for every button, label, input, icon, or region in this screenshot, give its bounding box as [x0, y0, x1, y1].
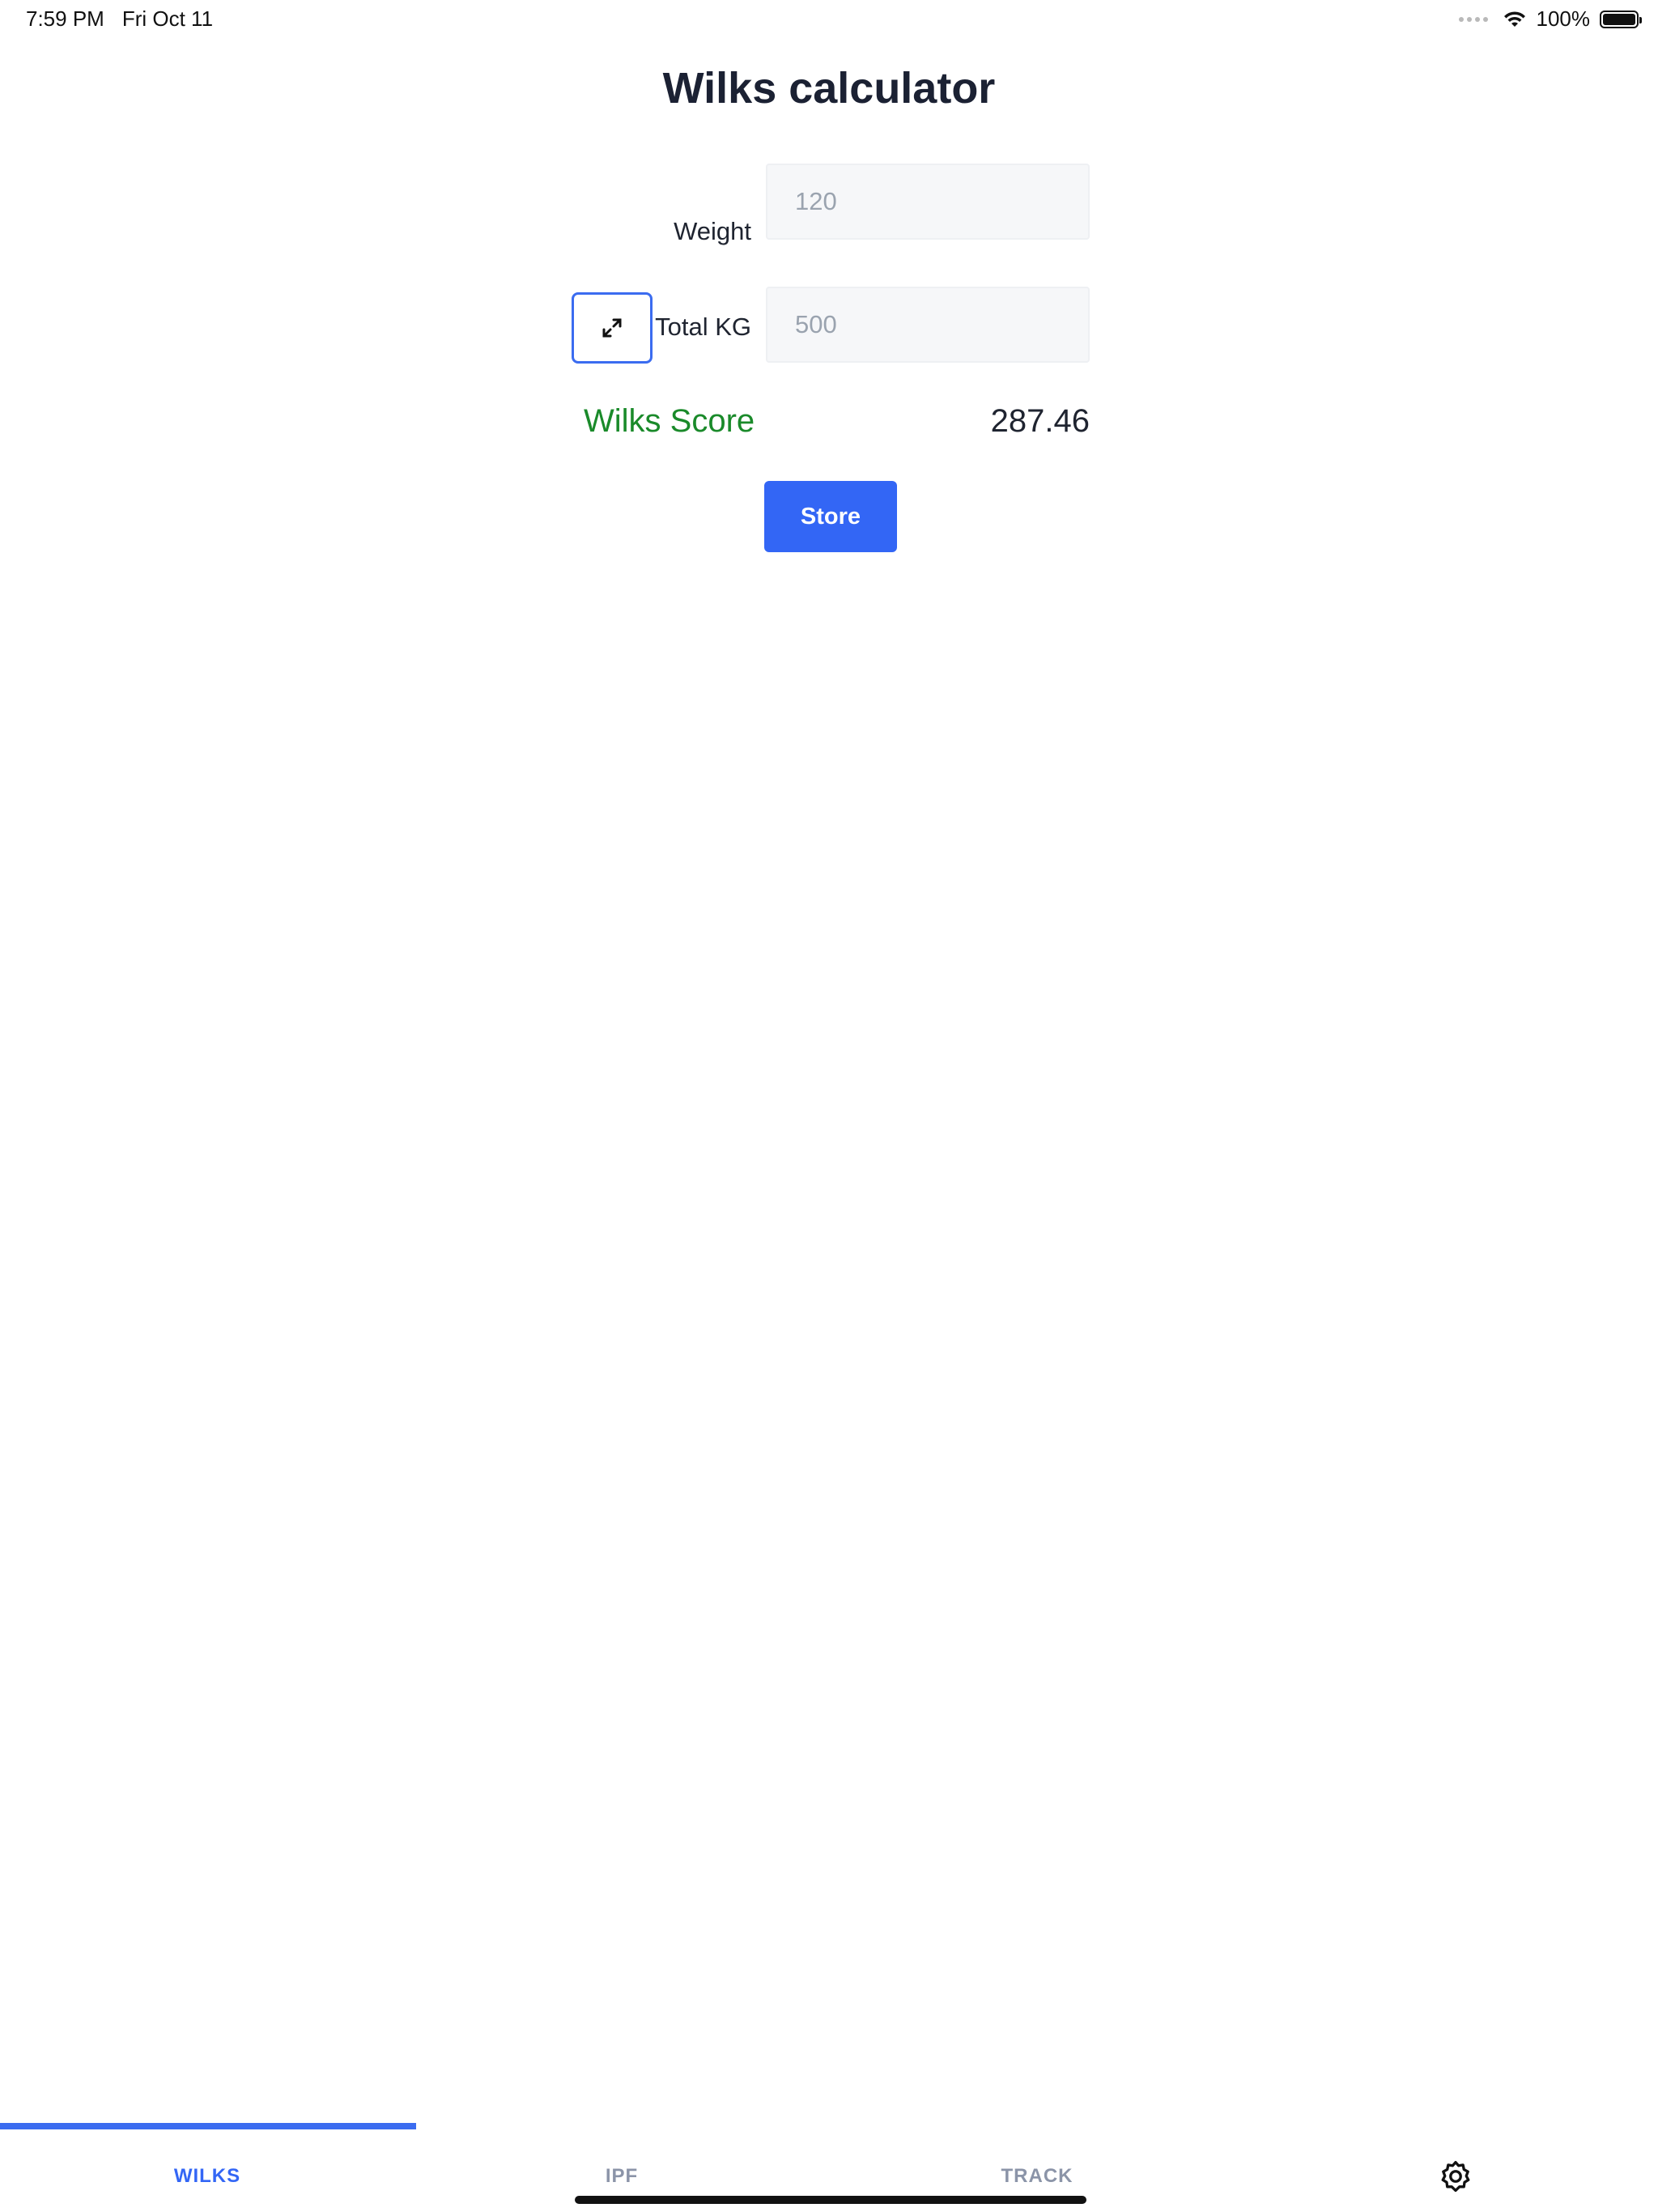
active-tab-indicator	[0, 2123, 416, 2129]
status-date: Fri Oct 11	[121, 6, 214, 31]
expand-toggle-button[interactable]	[572, 292, 653, 364]
tab-bar: WILKS IPF TRACK	[0, 2123, 1658, 2212]
status-right: 100%	[1458, 6, 1642, 32]
expand-arrows-icon	[602, 318, 622, 338]
total-kg-label: Total KG	[655, 313, 751, 341]
status-left: 7:59 PM Fri Oct 11	[26, 6, 213, 32]
tab-ipf[interactable]: IPF	[541, 2165, 703, 2188]
page-title: Wilks calculator	[662, 64, 996, 113]
weight-label: Weight	[674, 217, 751, 245]
tab-settings[interactable]	[1436, 2157, 1475, 2196]
tab-wilks[interactable]: WILKS	[126, 2165, 288, 2188]
total-kg-input[interactable]	[766, 287, 1090, 363]
gear-icon	[1441, 2160, 1470, 2193]
signal-dots-icon	[1458, 16, 1488, 22]
status-time: 7:59 PM	[26, 6, 104, 31]
tab-track[interactable]: TRACK	[956, 2165, 1118, 2188]
wifi-icon	[1503, 11, 1525, 27]
wilks-score-value: 287.46	[990, 403, 1090, 439]
wilks-score-label: Wilks Score	[584, 403, 755, 439]
store-button[interactable]: Store	[764, 481, 897, 552]
home-indicator	[575, 2196, 1086, 2204]
weight-input[interactable]	[766, 164, 1090, 240]
battery-icon	[1600, 10, 1642, 28]
battery-percent: 100%	[1536, 6, 1591, 31]
status-bar: 7:59 PM Fri Oct 11 100%	[0, 0, 1658, 39]
